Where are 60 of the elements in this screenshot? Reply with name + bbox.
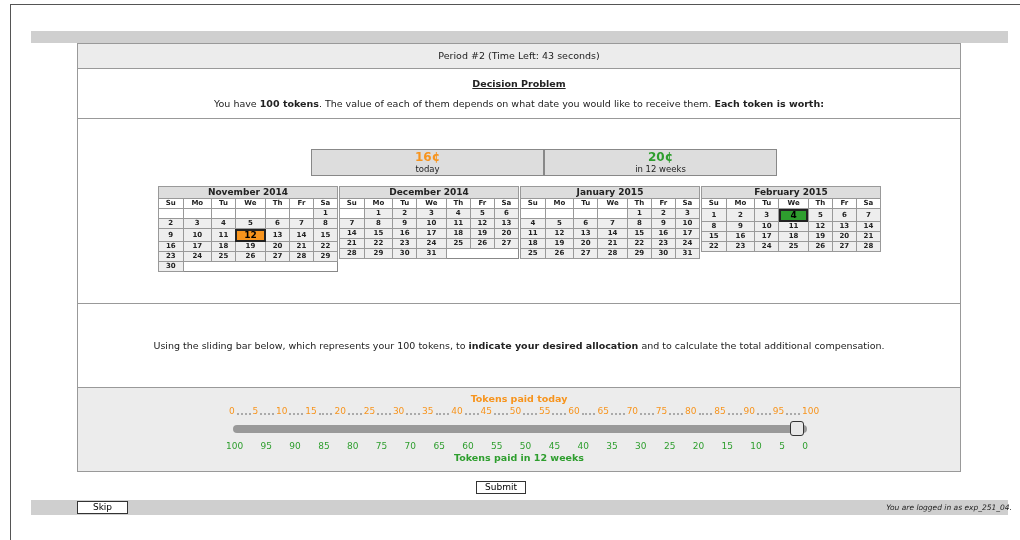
tick-label: 70 <box>404 441 417 452</box>
tick-label: 55 <box>538 406 551 417</box>
tick-label: 100 <box>226 441 244 452</box>
tick-label: 65 <box>433 441 445 452</box>
tick-label: 40 <box>451 406 463 417</box>
tick-label: 0 <box>802 441 808 452</box>
tick-label: 30 <box>635 441 647 452</box>
tick-label: 80 <box>685 406 697 417</box>
token-value: 16¢ <box>414 151 441 164</box>
slider-title: Tokens paid today <box>469 393 569 404</box>
month-header: February 2015 <box>701 186 881 199</box>
day-cell[interactable]: 12 <box>235 228 266 242</box>
tick-label: 25 <box>663 441 676 452</box>
tick-label: 10 <box>750 441 762 452</box>
tick-label: 45 <box>480 406 492 417</box>
slider-thumb[interactable] <box>789 421 804 436</box>
tick-label: 5 <box>779 441 785 452</box>
tick-label: 20 <box>334 406 346 417</box>
section-title: Decision Problem <box>472 78 566 89</box>
tick-label: 100 <box>801 406 820 417</box>
tick-label: 95 <box>260 441 272 452</box>
tick-label: 40 <box>577 441 589 452</box>
tick-label: 15 <box>721 441 733 452</box>
tick-label: 30 <box>392 406 405 417</box>
tick-label: 35 <box>606 441 618 452</box>
tick-label: 10 <box>276 406 288 417</box>
period-bar: Period #2 (Time Left: 43 seconds) <box>78 44 960 69</box>
tick-label: 25 <box>363 406 376 417</box>
tick-label: 65 <box>597 406 609 417</box>
instruction-text: Using the sliding bar below, which represents your 100 tokens, to indicate your desired allocation and to calculate the total additional compensation. <box>153 340 885 351</box>
tick-label: 0 <box>229 406 235 417</box>
skip-button[interactable]: Skip <box>77 501 128 514</box>
tick-label: 70 <box>626 406 639 417</box>
value-date: in 12 weeks <box>635 164 686 174</box>
tick-label: 85 <box>714 406 726 417</box>
month-header: November 2014 <box>158 186 338 199</box>
token-value: 20¢ <box>647 151 674 164</box>
tick-label: 60 <box>462 441 474 452</box>
tick-label: 5 <box>252 406 259 417</box>
tick-label: 75 <box>375 441 388 452</box>
tick-label: 95 <box>772 406 785 417</box>
tick-label: 85 <box>318 441 330 452</box>
month-header: December 2014 <box>339 186 519 199</box>
tick-label: 90 <box>289 441 301 452</box>
tick-label: 80 <box>347 441 359 452</box>
tick-label: 55 <box>491 441 503 452</box>
tick-label: 20 <box>692 441 705 452</box>
tick-label: 45 <box>548 441 561 452</box>
value-date: today <box>415 164 440 174</box>
tick-label: 50 <box>509 406 522 417</box>
month-header: January 2015 <box>520 186 700 199</box>
submit-button[interactable]: Submit <box>476 481 526 494</box>
intro-text: You have 100 tokens. The value of each of them depends on what date you would like to receive them. Each token is worth: <box>213 98 825 109</box>
tick-label: 35 <box>422 406 434 417</box>
tick-label: 50 <box>519 441 532 452</box>
tick-label: 60 <box>568 406 580 417</box>
tick-label: 75 <box>655 406 668 417</box>
slider-title: Tokens paid in 12 weeks <box>452 452 585 463</box>
tick-label: 90 <box>743 406 755 417</box>
tick-label: 15 <box>305 406 317 417</box>
